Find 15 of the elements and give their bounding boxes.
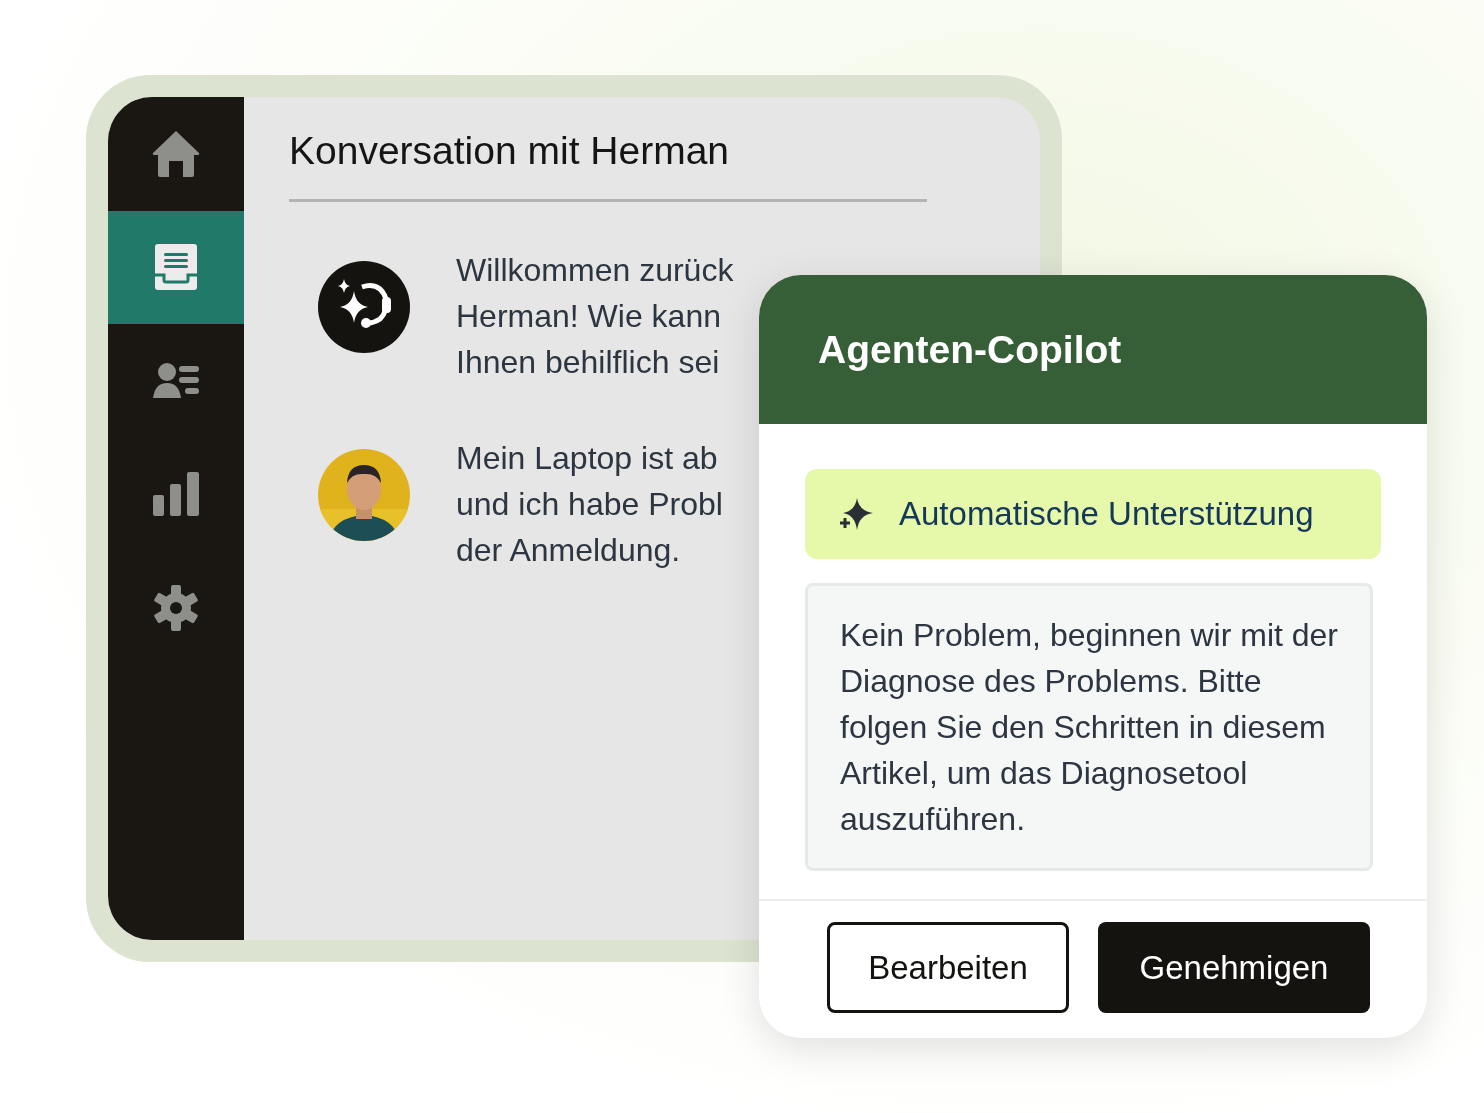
conversation-title: Konversation mit Herman xyxy=(289,129,927,202)
approve-button[interactable]: Genehmigen xyxy=(1098,922,1370,1013)
banner-label: Automatische Unterstützung xyxy=(899,495,1314,533)
bot-avatar-icon xyxy=(318,261,410,353)
edit-button[interactable]: Bearbeiten xyxy=(827,922,1069,1013)
message-text: Willkommen zurück Herman! Wie kann Ihnen behilflich sei xyxy=(456,251,734,382)
inbox-icon xyxy=(155,244,197,291)
contacts-icon xyxy=(153,363,199,399)
settings-icon xyxy=(154,584,198,631)
home-icon xyxy=(152,130,200,177)
copilot-title: Agenten-Copilot xyxy=(818,327,1122,372)
message-text: Mein Laptop ist ab und ich habe Probl der Anmeldung. xyxy=(456,439,723,570)
suggestion-text: Kein Problem, beginnen wir mit der Diagnose des Problems. Bitte folgen Sie den Schritten in diesem Artikel, um das Diagnosetool auszuführen. xyxy=(805,583,1373,871)
bar-chart-icon xyxy=(153,472,199,517)
sparkle-icon xyxy=(839,498,873,530)
